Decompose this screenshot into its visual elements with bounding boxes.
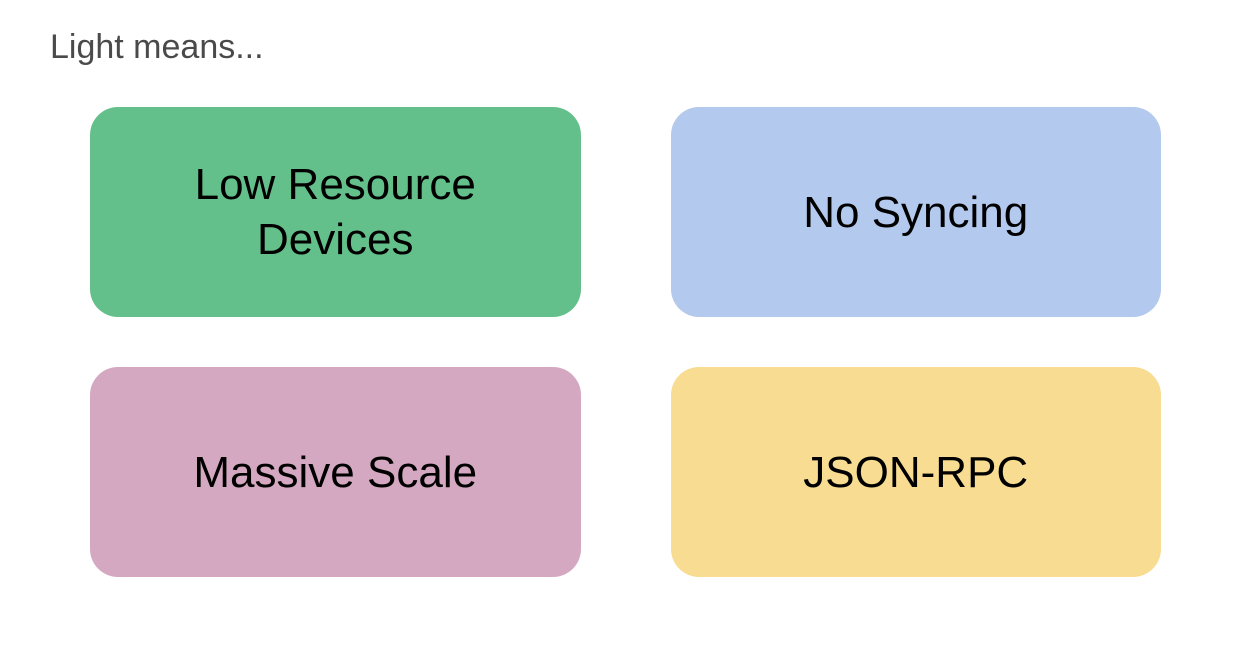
card-label: Massive Scale [193, 445, 477, 500]
card-no-syncing: No Syncing [671, 107, 1162, 317]
card-massive-scale: Massive Scale [90, 367, 581, 577]
card-label: Low Resource Devices [130, 157, 541, 267]
card-json-rpc: JSON-RPC [671, 367, 1162, 577]
card-low-resource-devices: Low Resource Devices [90, 107, 581, 317]
card-label: JSON-RPC [803, 445, 1028, 500]
slide-title: Light means... [50, 28, 1201, 67]
card-label: No Syncing [803, 185, 1028, 240]
card-grid: Low Resource Devices No Syncing Massive … [50, 107, 1201, 577]
